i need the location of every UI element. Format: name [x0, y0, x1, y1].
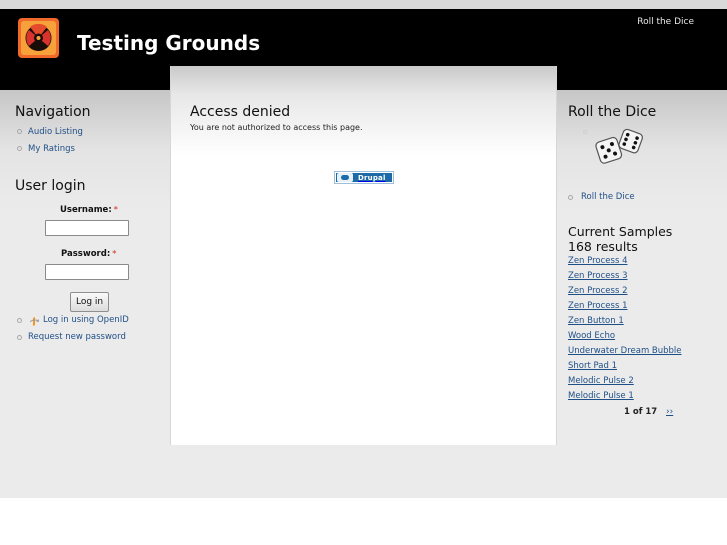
dice-icon[interactable]: [594, 127, 646, 165]
samples-count: 168 results: [568, 239, 638, 254]
sample-link[interactable]: Zen Process 2: [568, 286, 628, 296]
page-title: Access denied: [190, 104, 291, 120]
sample-link[interactable]: Melodic Pulse 2: [568, 376, 634, 386]
openid-login-link[interactable]: Log in using OpenID: [43, 315, 129, 325]
password-input[interactable]: [45, 264, 129, 280]
site-name[interactable]: Testing Grounds: [77, 31, 260, 55]
drupal-badge-label: Drupal: [358, 173, 386, 182]
request-password-link[interactable]: Request new password: [28, 332, 126, 342]
required-mark: *: [112, 249, 117, 258]
main-content: Access denied You are not authorized to …: [170, 66, 557, 445]
required-mark: *: [113, 205, 118, 214]
sample-link[interactable]: Zen Process 1: [568, 301, 628, 311]
drupal-drop-icon: [337, 173, 353, 182]
sample-link[interactable]: Zen Button 1: [568, 316, 624, 326]
sample-link[interactable]: Underwater Dream Bubble: [568, 346, 682, 356]
roll-dice-title: Roll the Dice: [568, 104, 657, 120]
roll-dice-link[interactable]: Roll the Dice: [581, 192, 635, 202]
bullet-icon: [568, 195, 573, 200]
access-denied-message: You are not authorized to access this pa…: [190, 123, 363, 132]
nav-item-my-ratings[interactable]: My Ratings: [28, 144, 75, 154]
bullet-icon: [17, 318, 22, 323]
site-logo-icon[interactable]: [18, 18, 59, 58]
bullet-icon: [583, 130, 587, 134]
openid-icon: [30, 317, 39, 326]
current-samples-title: Current Samples: [568, 224, 673, 239]
sample-link[interactable]: Zen Process 4: [568, 256, 628, 266]
username-label: Username: *: [60, 205, 118, 215]
login-button[interactable]: Log in: [70, 292, 110, 312]
password-label: Password: *: [61, 249, 117, 259]
bullet-icon: [17, 335, 22, 340]
sample-link[interactable]: Melodic Pulse 1: [568, 391, 634, 401]
username-input[interactable]: [45, 220, 129, 236]
pager-next-button[interactable]: ››: [666, 407, 673, 417]
user-login-title: User login: [15, 178, 86, 194]
bullet-icon: [17, 129, 22, 134]
powered-by-drupal-badge[interactable]: Drupal: [334, 171, 394, 184]
bullet-icon: [17, 146, 22, 151]
sample-link[interactable]: Wood Echo: [568, 331, 615, 341]
top-link-roll-the-dice[interactable]: Roll the Dice: [637, 17, 694, 27]
nav-item-audio-listing[interactable]: Audio Listing: [28, 127, 83, 137]
top-strip: [0, 0, 727, 9]
navigation-title: Navigation: [15, 104, 91, 120]
sample-link[interactable]: Short Pad 1: [568, 361, 617, 371]
pager-position: 1 of 17: [624, 407, 658, 417]
sample-link[interactable]: Zen Process 3: [568, 271, 628, 281]
